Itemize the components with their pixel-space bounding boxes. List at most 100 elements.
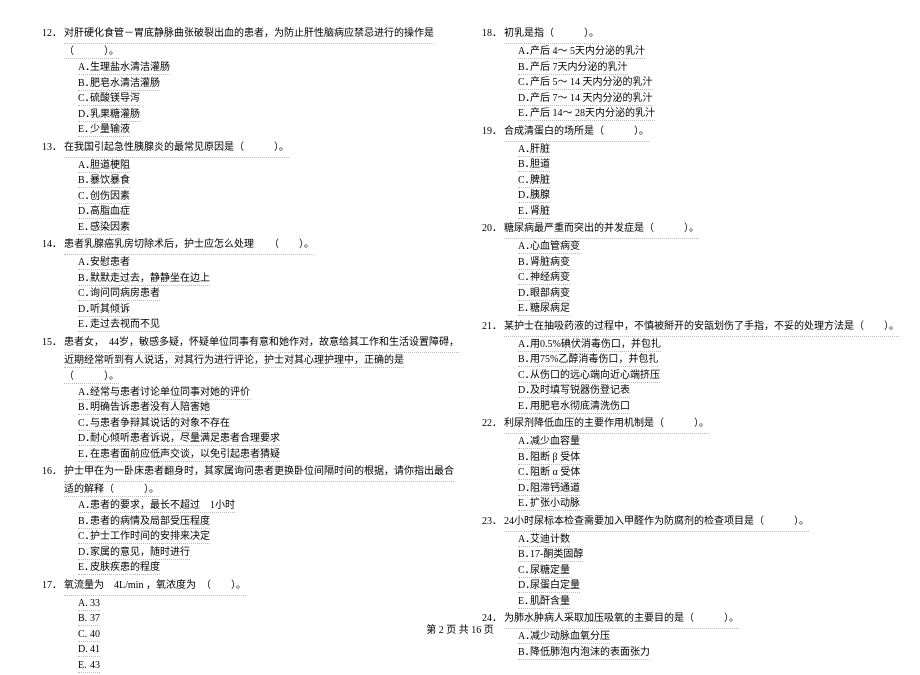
option-letter: D． — [518, 481, 530, 497]
option: A．减少血容量 — [480, 434, 880, 450]
option: D．尿蛋白定量 — [480, 578, 880, 594]
option-text: 耐心倾听患者诉说，尽量满足患者合理要求 — [90, 433, 280, 444]
option: A．生理盐水清洁灌肠 — [40, 60, 440, 76]
question-number: 19． — [480, 124, 504, 140]
question-number: 12． — [40, 26, 64, 42]
option-letter: E． — [78, 122, 90, 138]
option-letter: D． — [518, 286, 530, 302]
question-stem: 13．在我国引起急性胰腺炎的最常见原因是（ ）。 — [40, 140, 440, 158]
option: C．硫酸镁导泻 — [40, 91, 440, 107]
option-letter: A． — [78, 158, 90, 174]
option: C．尿糖定量 — [480, 563, 880, 579]
option: E．皮肤疾患的程度 — [40, 560, 440, 576]
option-text: 明确告诉患者没有人陪害她 — [90, 402, 210, 413]
option-text: 用0.5%碘伏消毒伤口，并包扎 — [530, 339, 661, 350]
two-columns: 12．对肝硬化食管－胃底静脉曲张破裂出血的患者，为防止肝性脑病应禁忌进行的操作是… — [40, 26, 880, 675]
option-letter: E． — [78, 317, 90, 333]
option: E.43 — [40, 658, 440, 674]
option-letter: B． — [518, 255, 530, 271]
question-stem: 19．合成清蛋白的场所是（ ）。 — [480, 124, 880, 142]
option: E．肌酐含量 — [480, 594, 880, 610]
question-text-cont: 近期经常听到有人说话，对其行为进行评论，护士对其心理护理中，正确的是（ ）。 — [40, 353, 440, 385]
option: D．耐心倾听患者诉说，尽量满足患者合理要求 — [40, 431, 440, 447]
option-text: 护士工作时间的安排来决定 — [90, 531, 210, 542]
question-text: 患者乳腺癌乳房切除术后，护士应怎么处理 （ ）。 — [64, 237, 314, 255]
option-letter: E． — [518, 594, 530, 610]
option-letter: D． — [78, 204, 90, 220]
option: D．眼部病变 — [480, 286, 880, 302]
question-number: 16． — [40, 464, 64, 480]
question-number: 13． — [40, 140, 64, 156]
option-letter: C． — [78, 286, 90, 302]
option-text: 创伤因素 — [90, 191, 130, 202]
question-number: 20． — [480, 221, 504, 237]
option: E．糖尿病足 — [480, 301, 880, 317]
question-text: 利尿剂降低血压的主要作用机制是（ ）。 — [504, 416, 709, 434]
question-text: 在我国引起急性胰腺炎的最常见原因是（ ）。 — [64, 140, 289, 158]
option-text: 及时填写锐器伤登记表 — [530, 385, 630, 396]
option: D．高脂血症 — [40, 204, 440, 220]
option-letter: A． — [518, 434, 530, 450]
option-text: 心血管病变 — [530, 241, 580, 252]
option-letter: A． — [518, 337, 530, 353]
question-number: 15． — [40, 335, 64, 351]
option-text: 降低肺泡内泡沫的表面张力 — [530, 647, 650, 658]
option: E．用肥皂水彻底清洗伤口 — [480, 399, 880, 415]
question-text: 合成清蛋白的场所是（ ）。 — [504, 124, 649, 142]
option-letter: D． — [78, 302, 90, 318]
option-text: 与患者争辩其说话的对象不存在 — [90, 418, 230, 429]
option-text: 感染因素 — [90, 222, 130, 233]
option-letter: A． — [78, 385, 90, 401]
option: B．阻断 β 受体 — [480, 450, 880, 466]
option: A.33 — [40, 596, 440, 612]
option-letter: A． — [78, 255, 90, 271]
option: B．默默走过去，静静坐在边上 — [40, 271, 440, 287]
option-letter: D． — [518, 188, 530, 204]
question-number: 14． — [40, 237, 64, 253]
option-text: 糖尿病足 — [530, 303, 570, 314]
option: A．用0.5%碘伏消毒伤口，并包扎 — [480, 337, 880, 353]
option-letter: B． — [78, 514, 90, 530]
option: B．肾脏病变 — [480, 255, 880, 271]
option-text: 从伤口的远心端向近心端挤压 — [530, 370, 660, 381]
option-text: 产后 4～ 5天内分泌的乳汁 — [530, 46, 645, 57]
option-text: 肾脏病变 — [530, 257, 570, 268]
option-letter: D． — [78, 545, 90, 561]
option-letter: E． — [78, 560, 90, 576]
option-text: 17-酮类固醇 — [530, 549, 583, 560]
option: E．肾脏 — [480, 204, 880, 220]
option-text: 产后 7天内分泌的乳汁 — [530, 62, 628, 73]
question: 14．患者乳腺癌乳房切除术后，护士应怎么处理 （ ）。A．安慰患者B．默默走过去… — [40, 237, 440, 333]
option-text: 胆道梗阻 — [90, 160, 130, 171]
question-stem: 17．氧流量为 4L/min ，氧浓度为 （ ）。 — [40, 578, 440, 596]
option-letter: E． — [518, 399, 530, 415]
option-text: 家属的意见，随时进行 — [90, 547, 190, 558]
option-text: 减少血容量 — [530, 436, 580, 447]
option: A．心血管病变 — [480, 239, 880, 255]
option: C．神经病变 — [480, 270, 880, 286]
option-text: 肾脏 — [530, 206, 550, 217]
option: D．阻滞钙通道 — [480, 481, 880, 497]
option-letter: C． — [518, 270, 530, 286]
question: 18．初乳是指（ ）。A．产后 4～ 5天内分泌的乳汁B．产后 7天内分泌的乳汁… — [480, 26, 880, 122]
question-text: 对肝硬化食管－胃底静脉曲张破裂出血的患者，为防止肝性脑病应禁忌进行的操作是 — [64, 26, 434, 44]
option-text: 尿糖定量 — [530, 565, 570, 576]
option-text: 产后 7～ 14 天内分泌的乳汁 — [530, 93, 653, 104]
option-text: 高脂血症 — [90, 206, 130, 217]
option-letter: B． — [518, 547, 530, 563]
question-number: 18． — [480, 26, 504, 42]
question-number: 21． — [480, 319, 504, 335]
option-text: 生理盐水清洁灌肠 — [90, 62, 170, 73]
option: B．肥皂水清洁灌肠 — [40, 76, 440, 92]
question: 16．护士甲在为一卧床患者翻身时，其家属询问患者更换卧位间隔时间的根据，请你指出… — [40, 464, 440, 576]
question-stem: 14．患者乳腺癌乳房切除术后，护士应怎么处理 （ ）。 — [40, 237, 440, 255]
left-column: 12．对肝硬化食管－胃底静脉曲张破裂出血的患者，为防止肝性脑病应禁忌进行的操作是… — [40, 26, 440, 675]
option-text: 皮肤疾患的程度 — [90, 562, 160, 573]
option-text: 胆道 — [530, 159, 550, 170]
option-letter: B． — [78, 173, 90, 189]
option-letter: E． — [518, 301, 530, 317]
option: B．用75%乙醇消毒伤口，并包扎 — [480, 352, 880, 368]
option: E．少量输液 — [40, 122, 440, 138]
option-text: 患者的病情及局部受压程度 — [90, 516, 210, 527]
question-text-cont: 适的解释（ ）。 — [40, 482, 440, 498]
